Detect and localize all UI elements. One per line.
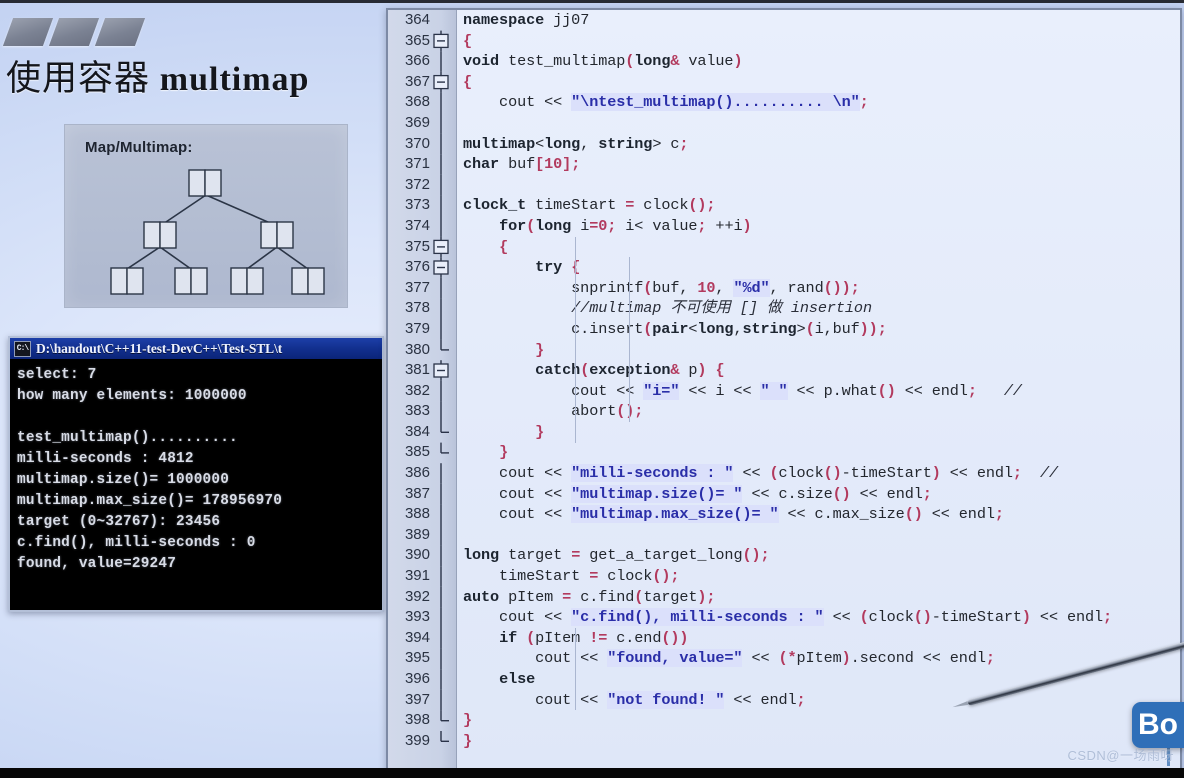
editor-gutter: 364 365 366 367 368 369 370 371 372 373 374 375 376 3…: [388, 10, 457, 770]
code-line[interactable]: long target = get_a_target_long();: [457, 545, 1180, 566]
code-text-area[interactable]: namespace jj07{void test_multimap(long& …: [457, 10, 1180, 770]
code-line[interactable]: cout << "not found! " << endl;: [457, 690, 1180, 711]
code-line[interactable]: {: [457, 237, 1180, 258]
bo-badge: Bo: [1132, 702, 1184, 748]
code-line[interactable]: namespace jj07: [457, 10, 1180, 31]
code-line[interactable]: cout << "multimap.max_size()= " << c.max…: [457, 504, 1180, 525]
code-line[interactable]: cout << "milli-seconds : " << (clock()-t…: [457, 463, 1180, 484]
deco-bar-3: [94, 18, 146, 46]
code-line[interactable]: }: [457, 710, 1180, 731]
code-line[interactable]: snprintf(buf, 10, "%d", rand());: [457, 278, 1180, 299]
indent-guide: [629, 257, 630, 422]
code-line[interactable]: [457, 525, 1180, 546]
indent-guide: [575, 236, 576, 443]
code-line[interactable]: c.insert(pair<long,string>(i,buf));: [457, 319, 1180, 340]
code-line[interactable]: {: [457, 31, 1180, 52]
code-line[interactable]: {: [457, 72, 1180, 93]
letterbox-top: [0, 0, 1184, 3]
code-lines-container[interactable]: namespace jj07{void test_multimap(long& …: [457, 10, 1180, 751]
code-line[interactable]: cout << "found, value=" << (*pItem).seco…: [457, 648, 1180, 669]
indent-guide: [575, 628, 576, 711]
console-icon: C:\: [14, 340, 31, 357]
code-line[interactable]: cout << "i=" << i << " " << p.what() << …: [457, 381, 1180, 402]
code-line[interactable]: try {: [457, 257, 1180, 278]
deco-bar-2: [48, 18, 100, 46]
rb-tree-svg: [110, 169, 325, 295]
code-line[interactable]: [457, 113, 1180, 134]
slide-decoration-bars: [2, 18, 146, 48]
fold-markers-svg[interactable]: [430, 10, 456, 770]
code-line[interactable]: void test_multimap(long& value): [457, 51, 1180, 72]
slide-title: 使用容器 multimap: [6, 58, 376, 101]
fold-marker-column[interactable]: [430, 10, 456, 770]
console-titlebar[interactable]: C:\ D:\handout\C++11-test-DevC++\Test-ST…: [10, 338, 382, 359]
code-line[interactable]: timeStart = clock();: [457, 566, 1180, 587]
screen-capture: 使用容器 multimap Map/Multimap: C:\ D:\hando…: [0, 0, 1184, 778]
console-title-text: D:\handout\C++11-test-DevC++\Test-STL\t: [36, 340, 283, 356]
code-line[interactable]: [457, 175, 1180, 196]
letterbox-bottom: [0, 768, 1184, 778]
code-line[interactable]: catch(exception& p) {: [457, 360, 1180, 381]
code-editor-window[interactable]: 364 365 366 367 368 369 370 371 372 373 374 375 376 3…: [386, 8, 1182, 772]
map-multimap-diagram: Map/Multimap:: [64, 124, 348, 308]
deco-bar-1: [2, 18, 54, 46]
code-line[interactable]: auto pItem = c.find(target);: [457, 587, 1180, 608]
csdn-watermark: CSDN@一场雨呀: [1067, 748, 1174, 763]
code-line[interactable]: clock_t timeStart = clock();: [457, 195, 1180, 216]
code-line[interactable]: for(long i=0; i< value; ++i): [457, 216, 1180, 237]
code-line[interactable]: multimap<long, string> c;: [457, 134, 1180, 155]
code-line[interactable]: cout << "multimap.size()= " << c.size() …: [457, 484, 1180, 505]
code-line[interactable]: }: [457, 422, 1180, 443]
code-line[interactable]: }: [457, 442, 1180, 463]
slide-title-en: multimap: [159, 61, 310, 98]
code-line[interactable]: cout << "\ntest_multimap().......... \n"…: [457, 92, 1180, 113]
code-line[interactable]: //multimap 不可使用 [] 做 insertion: [457, 298, 1180, 319]
presentation-slide: 使用容器 multimap Map/Multimap: C:\ D:\hando…: [0, 0, 384, 770]
code-line[interactable]: char buf[10];: [457, 154, 1180, 175]
code-line[interactable]: abort();: [457, 401, 1180, 422]
code-line[interactable]: if (pItem != c.end()): [457, 628, 1180, 649]
console-output: select: 7 how many elements: 1000000 tes…: [17, 367, 283, 572]
slide-title-cn: 使用容器: [6, 59, 160, 98]
code-line[interactable]: cout << "c.find(), milli-seconds : " << …: [457, 607, 1180, 628]
console-window[interactable]: C:\ D:\handout\C++11-test-DevC++\Test-ST…: [8, 336, 384, 612]
code-line[interactable]: }: [457, 340, 1180, 361]
